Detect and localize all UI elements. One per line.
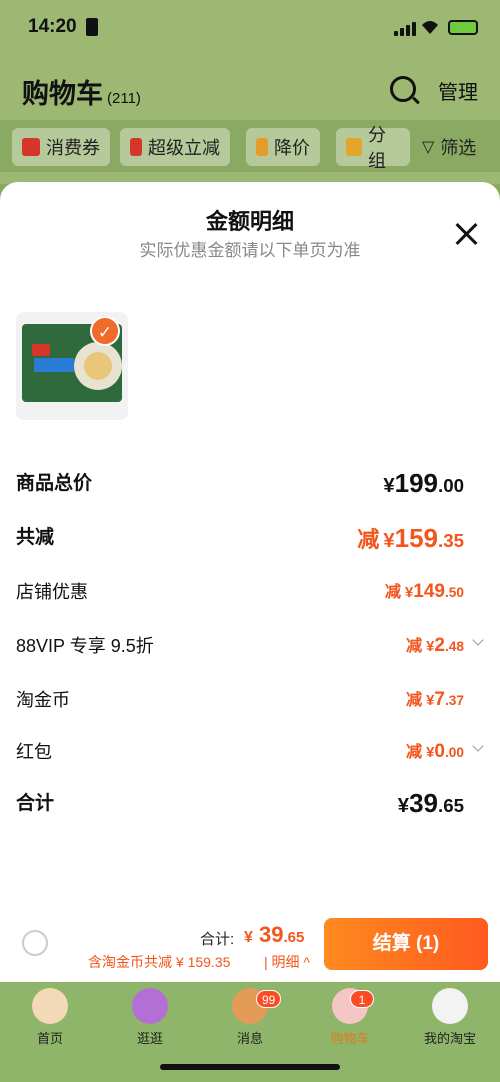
amount-detail-sheet: 金额明细 实际优惠金额请以下单页为准 ✓ 商品总价 ¥199.00 共减 减 ¥1… — [0, 182, 500, 982]
cart-count: (211) — [107, 90, 141, 107]
row-label: 店铺优惠 — [16, 582, 88, 602]
row-value: 减 ¥2.48 — [406, 635, 464, 656]
battery-icon — [448, 20, 478, 35]
row-value: 减 ¥149.50 — [384, 581, 464, 602]
page-title: 购物车 (211) — [22, 72, 141, 111]
row-label: 红包 — [16, 742, 52, 762]
tab-my-taobao[interactable]: 我的淘宝 — [420, 988, 480, 1048]
filter-chips: 消费券 超级立减 降价 分组 ▽ 筛选 — [0, 120, 500, 180]
row-value: ¥39.65 — [397, 788, 464, 818]
sheet-title: 金额明细 — [205, 209, 294, 234]
sim-icon — [86, 18, 98, 36]
select-all-radio[interactable] — [22, 930, 48, 956]
search-icon[interactable] — [390, 76, 416, 102]
chip-group[interactable]: 分组 — [336, 125, 410, 171]
close-icon[interactable] — [454, 222, 478, 246]
chip-super-discount[interactable]: 超级立减 — [120, 128, 230, 166]
checkout-button[interactable]: 结算 (1) — [324, 918, 488, 970]
browse-avatar-icon — [132, 988, 168, 1024]
total-value: ¥ 39.65 — [244, 922, 305, 947]
tab-browse[interactable]: 逛逛 — [120, 988, 180, 1048]
detail-toggle[interactable]: | 明细 ^ — [264, 952, 310, 972]
total-label: 合计: — [200, 931, 235, 948]
chip-label: 筛选 — [440, 138, 477, 158]
row-vip-discount[interactable]: 88VIP 专享 9.5折 减 ¥2.48 — [16, 632, 484, 662]
home-indicator — [160, 1064, 340, 1070]
folder-icon — [346, 138, 362, 156]
home-avatar-icon — [32, 988, 68, 1024]
row-label: 合计 — [16, 793, 55, 814]
row-red-packet[interactable]: 红包 减 ¥0.00 — [16, 738, 484, 768]
row-label: 商品总价 — [16, 473, 93, 494]
tab-home[interactable]: 首页 — [20, 988, 80, 1048]
row-label: 共减 — [16, 527, 55, 548]
row-value: 减 ¥159.35 — [357, 523, 464, 553]
cart-badge: 1 — [350, 990, 374, 1008]
chip-price-drop[interactable]: 降价 — [246, 128, 320, 166]
sheet-subtitle: 实际优惠金额请以下单页为准 — [139, 241, 361, 260]
row-shop-discount: 店铺优惠 减 ¥149.50 — [16, 578, 484, 608]
row-label: 88VIP 专享 9.5折 — [16, 636, 154, 656]
status-time: 14:20 — [28, 16, 77, 37]
cart-header: 购物车 (211) 管理 — [0, 58, 500, 120]
manage-button[interactable]: 管理 — [438, 76, 478, 105]
price-drop-icon — [256, 138, 268, 156]
arrow-down-icon — [130, 138, 142, 156]
chip-filter[interactable]: ▽ 筛选 — [412, 128, 486, 166]
coin-discount-note: 含淘金币共减 ¥ 159.35 — [88, 954, 231, 970]
tab-label: 购物车 — [330, 1031, 370, 1046]
tab-label: 消息 — [236, 1031, 263, 1046]
row-total-discount: 共减 减 ¥159.35 — [16, 522, 484, 553]
chevron-down-icon[interactable] — [472, 636, 484, 648]
row-goods-total: 商品总价 ¥199.00 — [16, 468, 484, 498]
filter-icon: ▽ — [422, 139, 435, 156]
row-sum: 合计 ¥39.65 — [16, 788, 484, 818]
chip-coupon[interactable]: 消费券 — [12, 128, 110, 166]
chip-label: 消费券 — [46, 138, 100, 158]
row-value: ¥199.00 — [383, 468, 464, 498]
coupon-icon — [22, 138, 40, 156]
messages-badge: 99 — [256, 990, 282, 1008]
wifi-icon — [422, 21, 438, 34]
checkout-bar: 合计: ¥ 39.65 含淘金币共减 ¥ 159.35 | 明细 ^ 结算 (1… — [0, 908, 500, 982]
row-label: 淘金币 — [16, 690, 70, 710]
my-taobao-avatar-icon — [432, 988, 468, 1024]
status-bar: 14:20 — [0, 0, 500, 58]
tab-cart[interactable]: 1 购物车 — [320, 988, 380, 1048]
page-title-text: 购物车 — [22, 79, 103, 109]
chevron-down-icon[interactable] — [472, 742, 484, 754]
tab-label: 我的淘宝 — [423, 1031, 476, 1046]
signal-icon — [394, 22, 416, 36]
chip-label: 分组 — [368, 125, 386, 171]
tab-label: 首页 — [36, 1031, 63, 1046]
tab-label: 逛逛 — [136, 1031, 163, 1046]
row-value: 减 ¥7.37 — [406, 689, 464, 710]
tab-messages[interactable]: 99 消息 — [220, 988, 282, 1048]
chip-label: 降价 — [274, 138, 310, 158]
row-value: 减 ¥0.00 — [406, 741, 464, 762]
row-taojinbi: 淘金币 减 ¥7.37 — [16, 686, 484, 716]
chip-label: 超级立减 — [148, 138, 220, 158]
selected-check-icon[interactable]: ✓ — [90, 316, 120, 346]
